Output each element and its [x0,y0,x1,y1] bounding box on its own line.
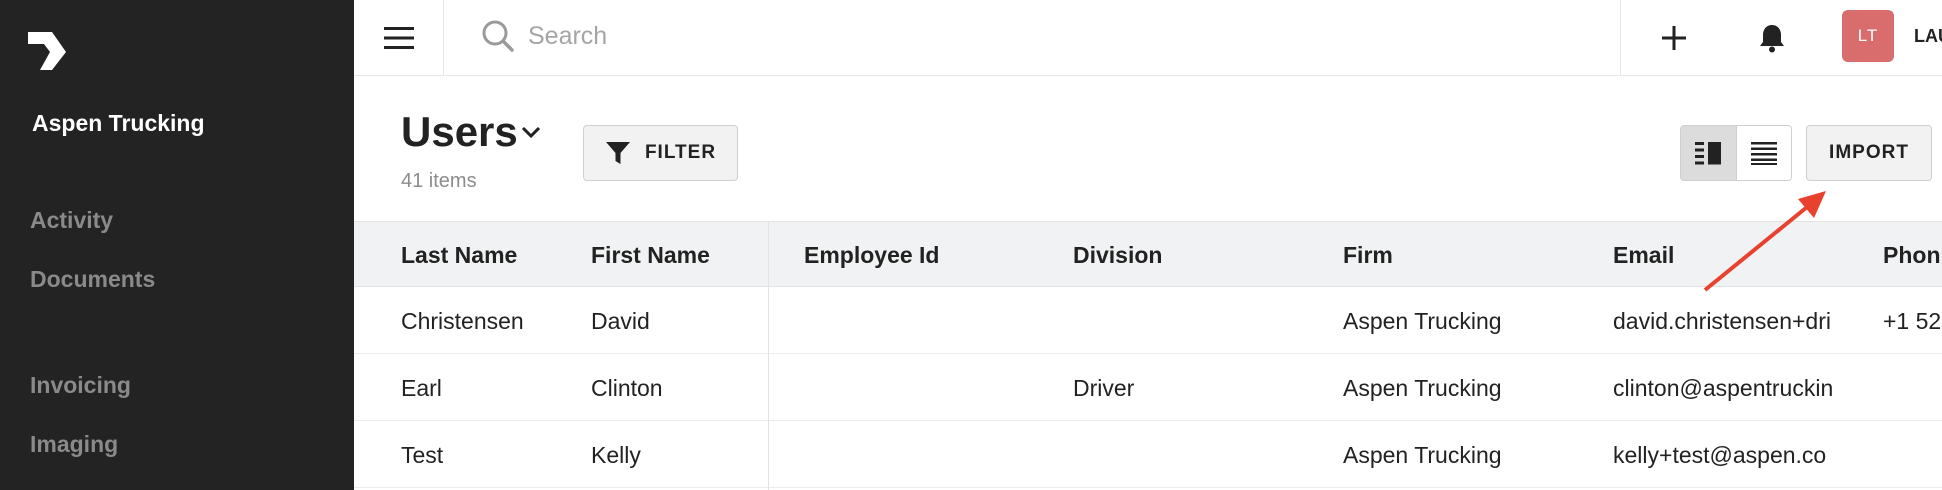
add-button[interactable] [1650,14,1698,62]
bell-icon [1760,25,1784,53]
table-row[interactable]: Christensen David Aspen Trucking david.c… [354,288,1942,354]
filter-icon [605,142,630,164]
chevron-down-icon[interactable] [520,124,542,140]
list-view-button[interactable] [1736,126,1791,180]
frozen-column-divider [768,221,769,490]
cell-email: kelly+test@aspen.co [1613,442,1827,468]
column-header-firm[interactable]: Firm [1343,222,1393,288]
cell-first-name: Kelly [591,442,641,468]
cell-last-name: Earl [401,375,442,401]
import-button[interactable]: IMPORT [1806,125,1932,181]
cell-email: david.christensen+dri [1613,308,1831,334]
cell-first-name: Clinton [591,375,663,401]
split-view-icon [1695,142,1722,165]
table-row[interactable]: Test Kelly Aspen Trucking kelly+test@asp… [354,422,1942,488]
sidebar-item-activity[interactable]: Activity [30,207,113,234]
cell-first-name: David [591,308,650,334]
page-title[interactable]: Users [401,108,518,156]
user-name[interactable]: LAU [1914,26,1942,47]
sidebar-item-imaging[interactable]: Imaging [30,431,118,458]
sidebar: Aspen Trucking Activity Documents Invoic… [0,0,354,490]
column-header-first-name[interactable]: First Name [591,222,710,288]
filter-button-label: FILTER [644,142,717,163]
item-count: 41 items [401,170,477,192]
top-bar: LT LAU [354,0,1942,76]
split-view-button[interactable] [1681,126,1737,180]
cell-phone: +1 52 [1883,308,1942,334]
company-name: Aspen Trucking [32,110,205,136]
filter-button[interactable]: FILTER [583,125,738,181]
logo-icon[interactable] [26,30,70,74]
top-divider [1620,0,1621,76]
column-header-phone[interactable]: Phon [1883,222,1941,288]
cell-firm: Aspen Trucking [1343,375,1502,401]
list-view-icon [1750,142,1777,165]
cell-last-name: Christensen [401,308,524,334]
menu-button[interactable] [354,0,444,76]
search-icon [482,20,514,52]
notifications-button[interactable] [1748,14,1796,62]
avatar[interactable]: LT [1842,10,1894,62]
view-toggle [1680,125,1792,181]
sidebar-item-documents[interactable]: Documents [30,266,155,293]
table-header: Last Name First Name Employee Id Divisio… [354,221,1942,287]
column-header-email[interactable]: Email [1613,222,1674,288]
cell-last-name: Test [401,442,444,468]
column-header-last-name[interactable]: Last Name [401,222,517,288]
cell-email: clinton@aspentruckin [1613,375,1834,401]
hamburger-icon [383,27,414,49]
sidebar-item-invoicing[interactable]: Invoicing [30,372,131,399]
search-input[interactable] [528,16,1428,56]
column-header-division[interactable]: Division [1073,222,1162,288]
cell-firm: Aspen Trucking [1343,442,1502,468]
plus-icon [1662,26,1686,50]
table-row[interactable]: Earl Clinton Driver Aspen Trucking clint… [354,355,1942,421]
import-button-label: IMPORT [1829,142,1909,163]
cell-division: Driver [1073,375,1135,401]
cell-firm: Aspen Trucking [1343,308,1502,334]
column-header-employee-id[interactable]: Employee Id [804,222,939,288]
